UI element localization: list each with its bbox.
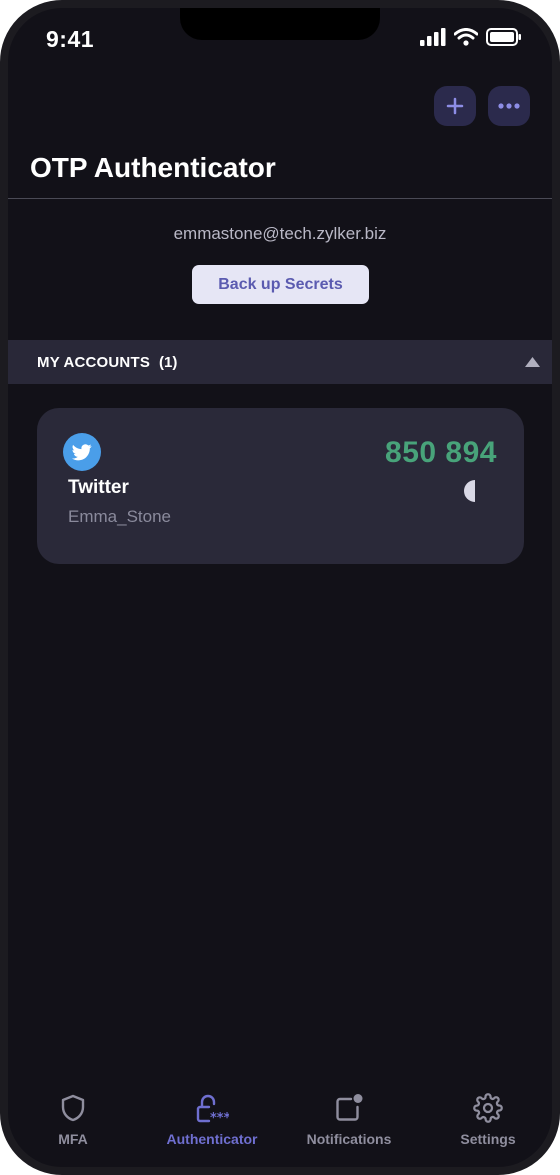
countdown-timer-icon — [464, 480, 475, 502]
bottom-tab-bar: MFA *** Authenticator Notifications Sett… — [8, 1087, 552, 1167]
notch — [180, 8, 380, 40]
account-card[interactable]: Twitter Emma_Stone 850 894 — [37, 408, 524, 564]
tab-notifications[interactable]: Notifications — [289, 1091, 409, 1147]
wifi-icon — [454, 28, 478, 46]
tab-label-authenticator: Authenticator — [166, 1131, 258, 1147]
section-count: (1) — [159, 353, 178, 371]
tab-settings[interactable]: Settings — [428, 1091, 548, 1147]
user-email: emmastone@tech.zylker.biz — [173, 224, 387, 243]
gear-icon — [473, 1093, 503, 1123]
page-title: OTP Authenticator — [30, 152, 276, 183]
account-service-name: Twitter — [68, 477, 129, 498]
tab-authenticator[interactable]: *** Authenticator — [152, 1091, 272, 1147]
header-divider — [8, 198, 552, 199]
otp-code[interactable]: 850 894 — [385, 436, 497, 470]
tab-label-mfa: MFA — [58, 1131, 88, 1147]
section-label: MY ACCOUNTS — [37, 353, 151, 371]
svg-text:***: *** — [210, 1111, 229, 1123]
lock-icon: *** — [196, 1094, 229, 1123]
collapse-caret-icon[interactable] — [525, 357, 540, 367]
signal-icon — [420, 28, 446, 46]
shield-icon — [61, 1094, 85, 1122]
accounts-section-header[interactable]: MY ACCOUNTS (1) — [8, 340, 552, 384]
status-time: 9:41 — [46, 26, 95, 52]
tab-mfa[interactable]: MFA — [13, 1091, 133, 1147]
status-icons — [420, 28, 522, 46]
tab-label-notifications: Notifications — [306, 1131, 392, 1147]
battery-icon — [486, 28, 521, 46]
more-horizontal-icon — [498, 103, 520, 109]
plus-icon — [446, 97, 464, 115]
more-options-button[interactable] — [488, 86, 530, 126]
backup-secrets-button[interactable]: Back up Secrets — [192, 265, 369, 304]
phone-frame: 9:41 OTP Authenticator emmastone@tech.zy… — [0, 0, 560, 1175]
twitter-icon — [63, 433, 101, 471]
tab-label-settings: Settings — [460, 1131, 516, 1147]
notification-icon — [336, 1094, 363, 1121]
add-account-button[interactable] — [434, 86, 476, 126]
account-username: Emma_Stone — [68, 507, 171, 526]
